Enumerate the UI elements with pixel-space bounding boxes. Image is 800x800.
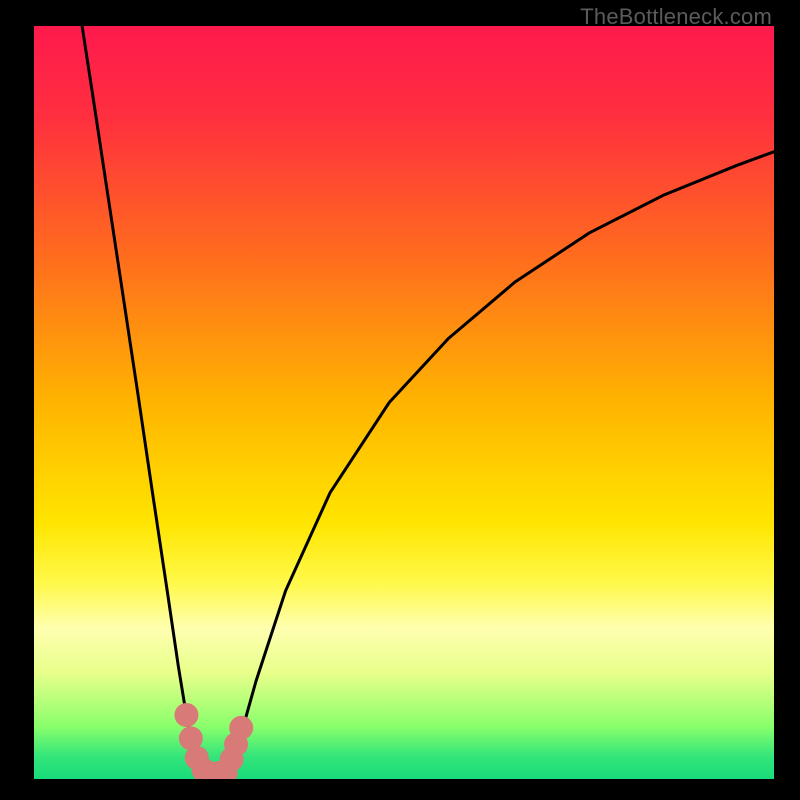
plot-area bbox=[34, 26, 774, 779]
gradient-background bbox=[34, 26, 774, 779]
watermark-text: TheBottleneck.com bbox=[580, 4, 772, 30]
chart-frame: TheBottleneck.com bbox=[0, 0, 800, 800]
